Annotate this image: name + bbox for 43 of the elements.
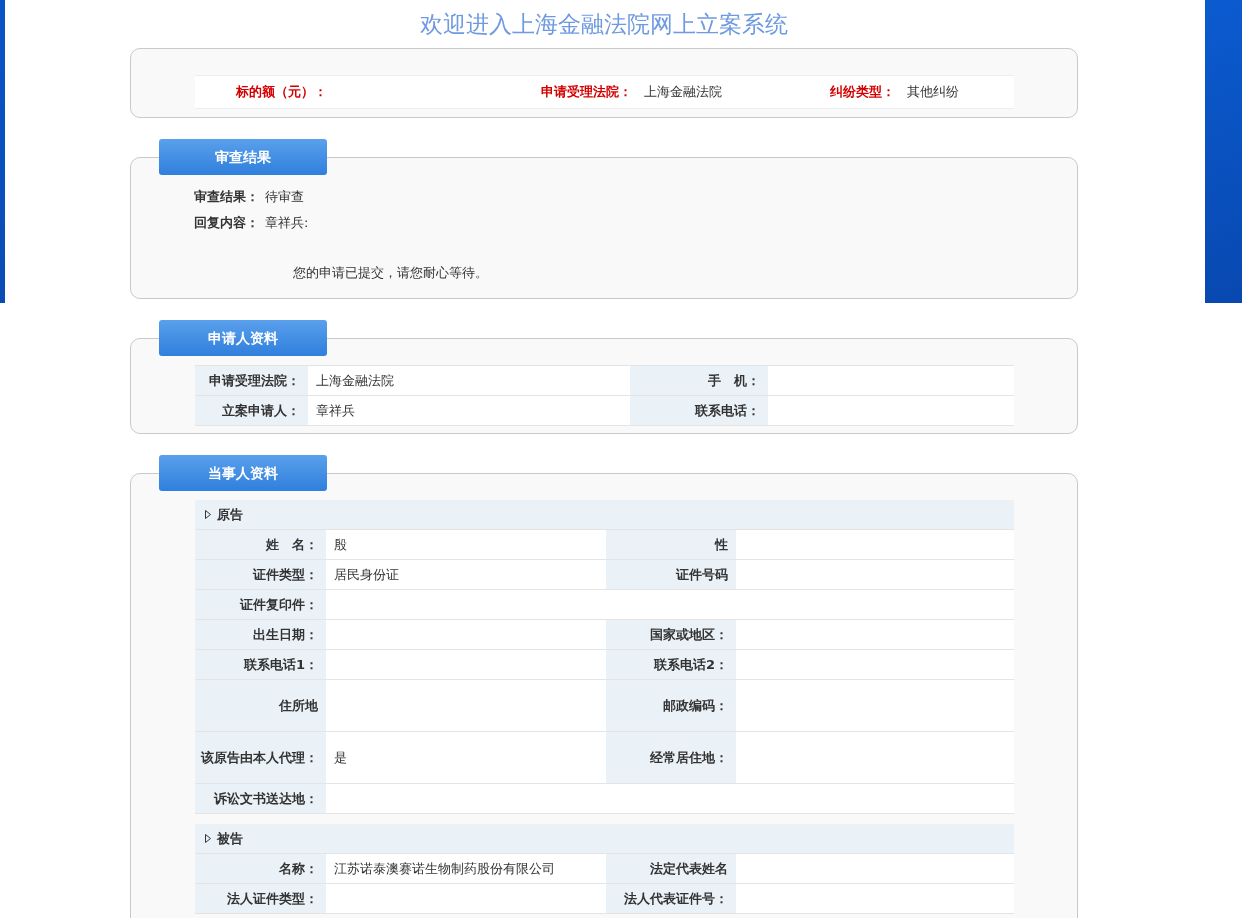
label-cell: 邮政编码：	[606, 680, 736, 731]
field-label: 审查结果：	[194, 188, 259, 206]
group-title: 原告	[217, 505, 243, 524]
label-cell: 性	[606, 530, 736, 559]
label-cell: 联系电话2：	[606, 650, 736, 679]
label-cell: 证件类型：	[195, 560, 326, 589]
field-value: 待审查	[264, 188, 304, 206]
triangle-icon	[205, 834, 211, 843]
group-title: 被告	[217, 829, 243, 848]
label-cell: 法定代表姓名	[606, 854, 736, 883]
label-cell: 诉讼文书送达地：	[195, 784, 326, 813]
label-cell: 法人代表证件号：	[606, 884, 736, 913]
status-message: 您的申请已提交，请您耐心等待。	[292, 264, 489, 282]
label-cell: 国家或地区：	[606, 620, 736, 649]
label-cell: 手 机：	[630, 366, 768, 395]
label-cell: 住所地	[195, 680, 326, 731]
summary-label: 申请受理法院：	[540, 83, 632, 101]
label-cell: 联系电话：	[630, 396, 768, 425]
field-value: 章祥兵:	[264, 214, 309, 232]
field-label: 回复内容：	[194, 214, 259, 232]
label-cell: 法人证件类型：	[195, 884, 326, 913]
label-cell: 立案申请人：	[195, 396, 308, 425]
label-cell: 经常居住地：	[606, 732, 736, 783]
value-cell-text: 居民身份证	[333, 565, 400, 584]
value-cell-text: 章祥兵	[315, 401, 356, 420]
summary-value: 上海金融法院	[643, 83, 723, 101]
summary-label: 纠纷类型：	[829, 83, 895, 101]
label-cell: 联系电话1：	[195, 650, 326, 679]
value-cell-text: 是	[333, 748, 348, 767]
label-cell: 名称：	[195, 854, 326, 883]
label-cell: 出生日期：	[195, 620, 326, 649]
value-cell-text: 上海金融法院	[315, 371, 395, 390]
label-cell: 姓 名：	[195, 530, 326, 559]
value-cell-text: 殷	[333, 535, 348, 554]
label-cell: 申请受理法院：	[195, 366, 308, 395]
label-cell: 证件复印件：	[195, 590, 326, 619]
label-cell: 该原告由本人代理：	[195, 732, 326, 783]
triangle-icon	[205, 510, 211, 519]
summary-label: 标的额（元）：	[235, 83, 327, 101]
label-cell: 证件号码	[606, 560, 736, 589]
summary-value: 其他纠纷	[906, 83, 960, 101]
page-title: 欢迎进入上海金融法院网上立案系统	[419, 10, 789, 39]
value-cell-text: 江苏诺泰澳赛诺生物制药股份有限公司	[333, 859, 556, 878]
